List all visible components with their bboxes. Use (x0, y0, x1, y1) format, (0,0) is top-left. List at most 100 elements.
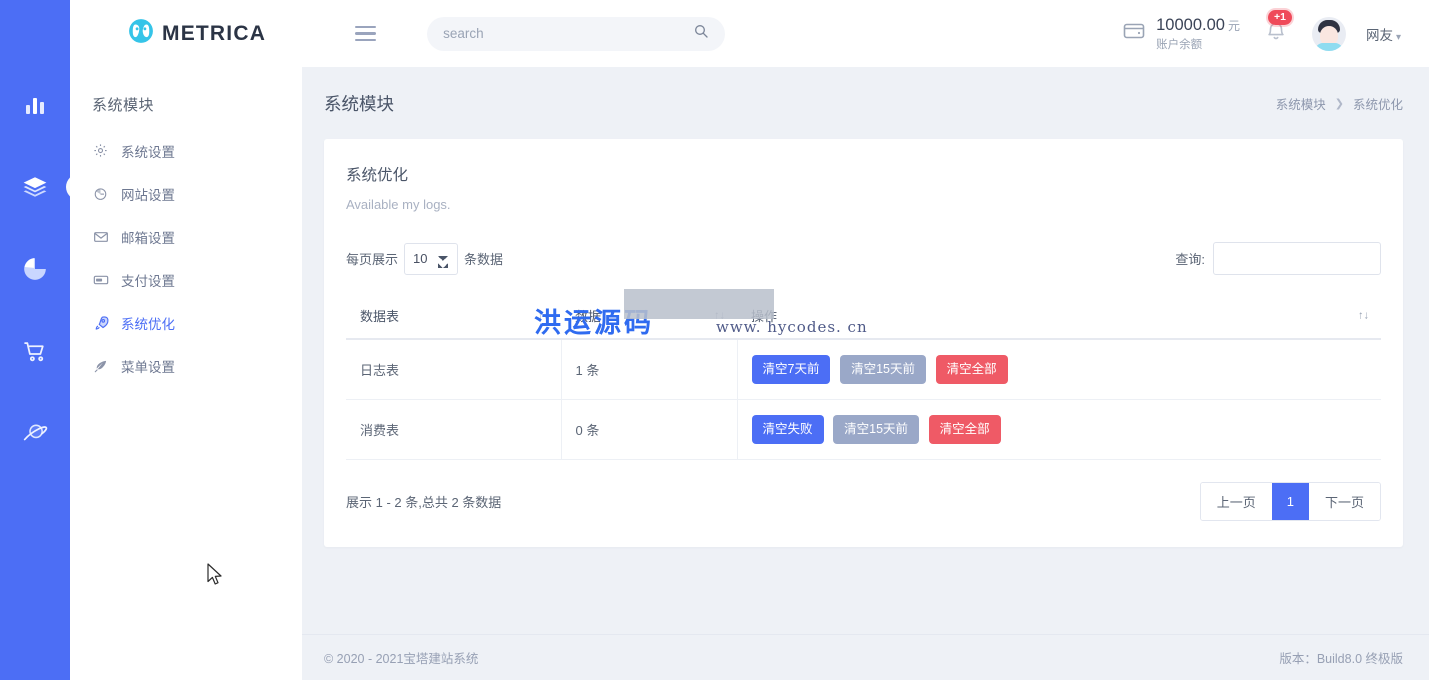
gear-icon (92, 143, 109, 158)
breadcrumb-parent[interactable]: 系统模块 (1276, 94, 1326, 113)
cell-data-count: 1 条 (561, 339, 737, 400)
top-header: METRICA (70, 0, 1429, 67)
pagination-prev-button[interactable]: 上一页 (1201, 483, 1272, 520)
clear-all-button[interactable]: 清空全部 (936, 355, 1008, 384)
sidebar-item-label: 系统设置 (121, 141, 175, 161)
pie-chart-icon (22, 256, 48, 282)
card-title: 系统优化 (346, 163, 1381, 185)
wallet-amount-row: 10000.00元 (1156, 15, 1240, 36)
footer-copyright: © 2020 - 2021宝塔建站系统 (324, 648, 478, 667)
hamburger-icon[interactable] (355, 26, 376, 42)
rail-item-bar-chart[interactable] (15, 88, 55, 122)
user-name: 网友 (1366, 28, 1393, 43)
rail-item-shopping-cart[interactable] (15, 334, 55, 368)
main-content: 系统模块 系统模块 ❯ 系统优化 系统优化 Available my logs.… (302, 67, 1429, 680)
bar-chart-icon (23, 93, 47, 117)
envelope-icon (92, 229, 109, 245)
column-header-data-count[interactable]: 数据 ↑↓ (561, 293, 737, 339)
hamburger-bar (355, 32, 376, 35)
table-body: 日志表 1 条 清空7天前 清空15天前 清空全部 消费表 0 条 清空失败 (346, 339, 1381, 460)
breadcrumb: 系统模块 ❯ 系统优化 (1276, 94, 1403, 113)
cell-actions: 清空失败 清空15天前 清空全部 (737, 400, 1381, 460)
length-menu-prefix: 每页展示 (346, 249, 398, 268)
wallet-amount: 10000.00 (1156, 16, 1225, 34)
wallet-texts: 10000.00元 账户余额 (1156, 15, 1240, 52)
brand-logo[interactable]: METRICA (128, 18, 266, 49)
sidebar-item-email-settings[interactable]: 邮箱设置 (70, 215, 302, 258)
cell-actions: 清空7天前 清空15天前 清空全部 (737, 339, 1381, 400)
user-avatar[interactable] (1312, 17, 1346, 51)
table-row: 消费表 0 条 清空失败 清空15天前 清空全部 (346, 400, 1381, 460)
wallet-balance[interactable]: 10000.00元 账户余额 (1122, 15, 1240, 52)
sidebar-item-payment-settings[interactable]: 支付设置 (70, 258, 302, 301)
sidebar-item-label: 支付设置 (121, 270, 175, 290)
pagination-page-1[interactable]: 1 (1272, 483, 1309, 520)
sidebar-item-label: 网站设置 (121, 184, 175, 204)
column-label: 数据 (575, 309, 601, 324)
cell-data-count: 0 条 (561, 400, 737, 460)
cell-table-name: 消费表 (346, 400, 561, 460)
feather-icon (92, 358, 109, 374)
sort-asc-icon[interactable]: ↑↓ (538, 310, 549, 321)
filter-input[interactable] (1213, 242, 1381, 275)
hamburger-bar (355, 39, 376, 42)
column-header-actions[interactable]: 操作 ↑↓ (737, 293, 1381, 339)
sidebar-item-system-settings[interactable]: 系统设置 (70, 129, 302, 172)
search-container[interactable] (427, 17, 725, 51)
clear-failed-button[interactable]: 清空失败 (752, 415, 824, 444)
app-root: METRICA (0, 0, 1429, 680)
clear-all-button[interactable]: 清空全部 (929, 415, 1001, 444)
module-sidebar: 系统模块 系统设置 网 (70, 67, 302, 680)
column-header-table-name[interactable]: 数据表 ↑↓ (346, 293, 561, 339)
chevron-right-icon: ❯ (1335, 97, 1344, 110)
sidebar-item-system-optimization[interactable]: 系统优化 (70, 301, 302, 344)
column-label: 操作 (751, 309, 777, 324)
sidebar-title: 系统模块 (70, 67, 302, 115)
chevron-down-icon: ▾ (1396, 32, 1401, 43)
sidebar-item-menu-settings[interactable]: 菜单设置 (70, 344, 302, 387)
sidebar-item-site-settings[interactable]: 网站设置 (70, 172, 302, 215)
sidebar-item-label: 系统优化 (121, 313, 175, 333)
clock-pie-icon (92, 186, 109, 201)
rail-item-layers[interactable] (15, 170, 55, 204)
user-menu[interactable]: 网友▾ (1366, 24, 1401, 44)
wallet-icon (1122, 19, 1146, 48)
icon-rail (0, 0, 70, 680)
metrica-logo-icon (128, 18, 154, 49)
length-menu-suffix: 条数据 (464, 249, 503, 268)
clear-15days-button[interactable]: 清空15天前 (840, 355, 926, 384)
rail-item-pie-chart[interactable] (15, 252, 55, 286)
table-row: 日志表 1 条 清空7天前 清空15天前 清空全部 (346, 339, 1381, 400)
search-input[interactable] (443, 26, 693, 41)
brand-name: METRICA (162, 22, 266, 46)
table-header-row: 数据表 ↑↓ 数据 ↑↓ 操作 ↑↓ (346, 293, 1381, 339)
rail-item-planet[interactable] (15, 416, 55, 450)
sidebar-nav-list: 系统设置 网站设置 (70, 129, 302, 387)
card-subtitle: Available my logs. (346, 197, 1381, 212)
search-icon[interactable] (693, 23, 709, 44)
sort-both-icon[interactable]: ↑↓ (714, 310, 725, 321)
footer-version: 版本：Build8.0 终极版 (1279, 648, 1403, 667)
bell-icon (1264, 31, 1288, 48)
sidebar-item-label: 菜单设置 (121, 356, 175, 376)
pagination-next-button[interactable]: 下一页 (1309, 483, 1380, 520)
page-length-select[interactable]: 10 25 50 100 (404, 243, 458, 275)
hamburger-bar (355, 26, 376, 29)
wallet-label: 账户余额 (1156, 38, 1240, 52)
clear-7days-button[interactable]: 清空7天前 (752, 355, 831, 384)
optimization-card: 系统优化 Available my logs. 每页展示 10 25 50 10… (324, 139, 1403, 547)
page-header: 系统模块 系统模块 ❯ 系统优化 (302, 67, 1429, 139)
table-info: 展示 1 - 2 条,总共 2 条数据 (346, 492, 501, 511)
pagination: 上一页 1 下一页 (1200, 482, 1381, 521)
table-toolbar: 每页展示 10 25 50 100 条数据 查询: (346, 242, 1381, 275)
sidebar-item-label: 邮箱设置 (121, 227, 175, 247)
card-icon (92, 272, 109, 288)
column-label: 数据表 (360, 309, 399, 324)
sort-both-icon[interactable]: ↑↓ (1358, 310, 1369, 321)
planet-icon (22, 420, 48, 446)
clear-15days-button[interactable]: 清空15天前 (833, 415, 919, 444)
header-right-group: 10000.00元 账户余额 +1 (1122, 14, 1401, 53)
shopping-cart-icon (23, 339, 48, 364)
notifications-button[interactable]: +1 (1260, 14, 1292, 53)
table-footer: 展示 1 - 2 条,总共 2 条数据 上一页 1 下一页 (346, 482, 1381, 521)
